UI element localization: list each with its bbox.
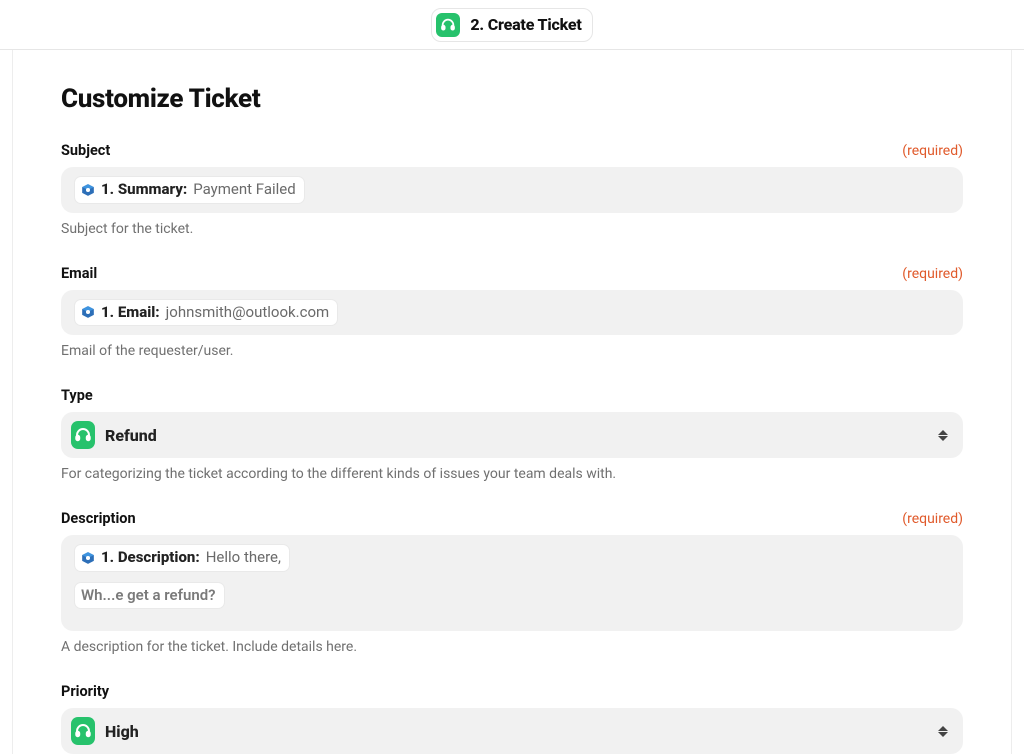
step-badge[interactable]: 2. Create Ticket [431,8,592,42]
type-value: Refund [105,426,927,445]
type-select[interactable]: Refund [61,412,963,458]
description-label: Description [61,510,136,527]
email-help: Email of the requester/user. [61,343,963,359]
email-required: (required) [902,266,963,282]
subject-token-value: Payment Failed [193,180,295,200]
description-extra-text: Wh...e get a refund? [81,586,216,606]
step-header: 2. Create Ticket [0,0,1024,50]
subject-token-head: 1. Summary: [101,180,187,200]
zapier-step-icon [81,551,95,565]
type-label: Type [61,387,93,404]
email-token-head: 1. Email: [101,303,160,323]
zapier-step-icon [81,305,95,319]
subject-input[interactable]: 1. Summary: Payment Failed [61,167,963,213]
email-input[interactable]: 1. Email: johnsmith@outlook.com [61,290,963,336]
email-token[interactable]: 1. Email: johnsmith@outlook.com [75,300,337,326]
field-email: Email (required) 1. Email: johnsmith@out… [61,265,963,360]
description-help: A description for the ticket. Include de… [61,639,963,655]
field-type: Type Refund For categorizing the ticket … [61,387,963,482]
description-token-extra[interactable]: Wh...e get a refund? [75,583,224,609]
email-token-value: johnsmith@outlook.com [166,303,329,323]
subject-label: Subject [61,142,110,159]
priority-value: High [105,722,927,741]
field-description: Description (required) 1. Description: H… [61,510,963,655]
freshdesk-icon [71,421,95,449]
zapier-step-icon [81,183,95,197]
type-help: For categorizing the ticket according to… [61,466,963,482]
field-priority: Priority High [61,683,963,754]
subject-help: Subject for the ticket. [61,221,963,237]
step-title: 2. Create Ticket [470,15,581,34]
description-required: (required) [902,511,963,527]
priority-label: Priority [61,683,109,700]
freshdesk-icon [436,13,460,37]
description-input[interactable]: 1. Description: Hello there, Wh...e get … [61,535,963,631]
page-title: Customize Ticket [61,84,963,114]
chevron-sort-icon [937,427,949,443]
freshdesk-icon [71,717,95,745]
priority-select[interactable]: High [61,708,963,754]
subject-required: (required) [902,143,963,159]
subject-token[interactable]: 1. Summary: Payment Failed [75,177,304,203]
chevron-sort-icon [937,723,949,739]
description-token[interactable]: 1. Description: Hello there, [75,545,289,571]
field-subject: Subject (required) 1. Summary: Payment F… [61,142,963,237]
email-label: Email [61,265,97,282]
description-token-value: Hello there, [206,548,281,568]
main-panel: Customize Ticket Subject (required) 1. S… [12,50,1012,754]
description-token-head: 1. Description: [101,548,200,568]
